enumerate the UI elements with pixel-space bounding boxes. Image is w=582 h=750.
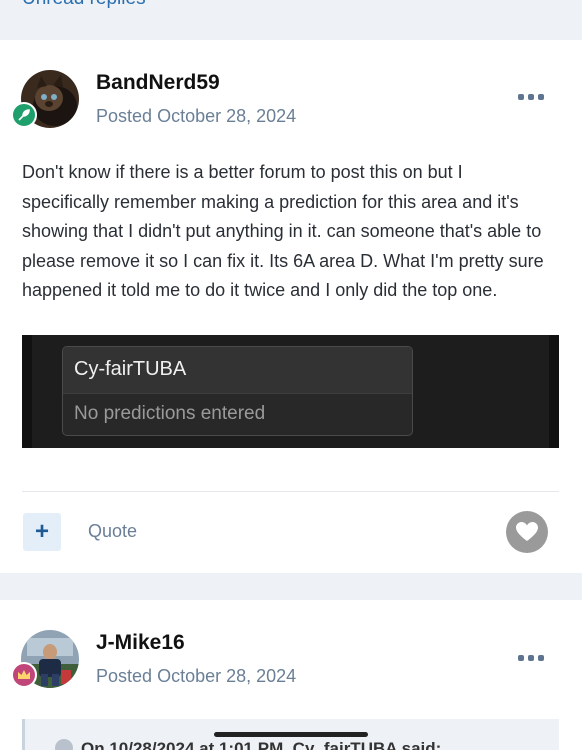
- attached-screenshot: Cy-fairTUBA No predictions entered: [22, 335, 559, 448]
- prediction-box: Cy-fairTUBA No predictions entered: [62, 346, 413, 436]
- quote-button[interactable]: Quote: [88, 521, 137, 542]
- post-options-icon[interactable]: [518, 92, 544, 102]
- member-rank-badge-icon: [11, 662, 37, 688]
- post-options-icon[interactable]: [518, 653, 544, 663]
- posted-date-value[interactable]: October 28, 2024: [157, 106, 296, 126]
- post-divider: [22, 491, 559, 492]
- post-date: Posted October 28, 2024: [96, 106, 296, 127]
- post-content: Don't know if there is a better forum to…: [22, 162, 544, 300]
- post-date: Posted October 28, 2024: [96, 666, 296, 687]
- posted-label: Posted: [96, 106, 153, 126]
- author-username[interactable]: BandNerd59: [96, 71, 220, 95]
- prediction-status: No predictions entered: [63, 393, 412, 435]
- image-edge: [22, 335, 32, 448]
- member-rank-badge-icon: [11, 102, 37, 128]
- posted-label: Posted: [96, 666, 153, 686]
- heart-icon: [516, 522, 538, 541]
- posted-date-value[interactable]: October 28, 2024: [157, 666, 296, 686]
- home-indicator[interactable]: [214, 732, 368, 737]
- author-username[interactable]: J-Mike16: [96, 631, 185, 655]
- quote-citation: On 10/28/2024 at 1:01 PM, Cy_fairTUBA sa…: [81, 739, 442, 750]
- prediction-user: Cy-fairTUBA: [63, 347, 412, 393]
- post-card: J-Mike16 Posted October 28, 2024 On 10/2…: [0, 600, 582, 750]
- previous-section-footer: Unread replies: [0, 0, 582, 40]
- plus-icon: +: [34, 518, 49, 545]
- like-button[interactable]: [506, 511, 548, 553]
- collapse-quote-icon[interactable]: [55, 739, 73, 750]
- image-edge: [549, 335, 559, 448]
- unread-replies-link[interactable]: Unread replies: [22, 0, 146, 10]
- multiquote-button[interactable]: +: [23, 513, 61, 551]
- post-card: BandNerd59 Posted October 28, 2024 Don't…: [0, 40, 582, 573]
